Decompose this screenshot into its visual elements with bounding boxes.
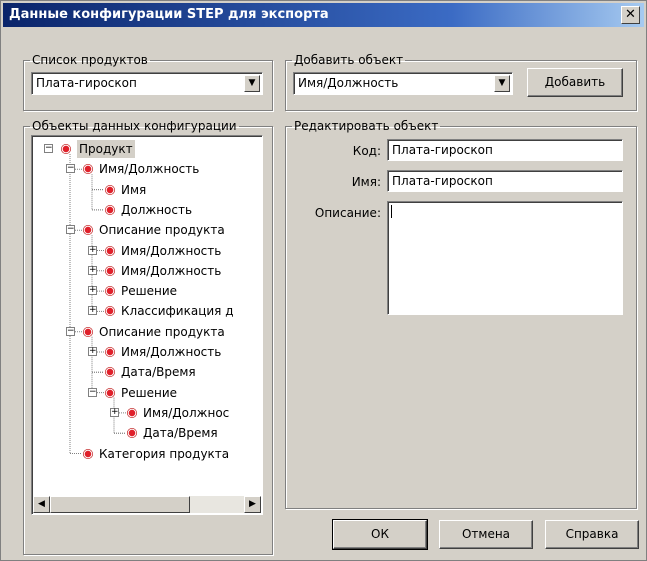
cancel-button[interactable]: Отмена xyxy=(439,520,533,549)
code-label: Код: xyxy=(352,144,381,158)
chevron-down-icon[interactable]: ▼ xyxy=(494,75,510,92)
tree-node-label: Решение xyxy=(121,284,178,299)
tree-node-label: Дата/Время xyxy=(121,365,196,380)
expand-icon[interactable]: + xyxy=(88,265,97,275)
expand-icon[interactable]: + xyxy=(88,347,97,356)
config-objects-legend: Объекты данных конфигурации xyxy=(32,119,237,133)
name-field[interactable]: Плата-гироскоп xyxy=(387,170,623,192)
tree-node-label: Имя xyxy=(121,182,147,197)
text-caret xyxy=(391,205,392,218)
object-type-select-value: Имя/Должность xyxy=(298,76,399,90)
name-field-value: Плата-гироскоп xyxy=(392,174,493,188)
dialog-window: Данные конфигурации STEP для экспорта ✕ … xyxy=(0,0,647,561)
tree-node-label: Имя/Должность xyxy=(99,162,200,177)
code-field-value: Плата-гироскоп xyxy=(392,143,493,157)
tree-node-label: Имя/Должность xyxy=(121,243,222,258)
tree-node-label: Описание продукта xyxy=(99,223,225,238)
add-button[interactable]: Добавить xyxy=(527,68,623,97)
title-bar[interactable]: Данные конфигурации STEP для экспорта ✕ xyxy=(3,3,644,27)
tree-node-label: Дата/Время xyxy=(143,426,218,441)
tree-node-label: Имя/Должность xyxy=(121,345,222,359)
expand-icon[interactable]: + xyxy=(88,286,97,296)
object-type-select[interactable]: Имя/Должность ▼ xyxy=(293,72,513,95)
horizontal-scrollbar[interactable]: ◀ ▶ xyxy=(33,496,261,513)
node-bullet-icon xyxy=(105,387,115,398)
products-select[interactable]: Плата-гироскоп ▼ xyxy=(31,72,263,95)
node-bullet-icon xyxy=(83,448,93,459)
description-label: Описание: xyxy=(314,206,381,220)
collapse-icon[interactable]: − xyxy=(66,164,75,174)
expand-icon[interactable]: + xyxy=(88,245,97,255)
tree-node-label: Описание продукта xyxy=(99,324,225,339)
scroll-right-icon[interactable]: ▶ xyxy=(244,496,261,513)
tree-node-label: Имя/Должность xyxy=(121,263,222,278)
description-field[interactable] xyxy=(387,201,623,315)
ok-button[interactable]: ОК xyxy=(332,519,428,550)
tree-node-label: Решение xyxy=(121,385,178,400)
node-bullet-icon xyxy=(61,144,71,154)
node-bullet-icon xyxy=(105,347,115,357)
tree-node-label: Должность xyxy=(121,202,193,217)
edit-object-legend: Редактировать объект xyxy=(294,119,439,133)
collapse-icon[interactable]: − xyxy=(66,326,75,336)
node-bullet-icon xyxy=(105,265,115,276)
tree-node-label: Имя/Должнос xyxy=(143,405,230,420)
node-bullet-icon xyxy=(83,326,93,337)
add-object-legend: Добавить объект xyxy=(294,53,404,67)
node-bullet-icon xyxy=(105,204,115,215)
help-button[interactable]: Справка xyxy=(545,520,639,549)
collapse-icon[interactable]: − xyxy=(44,144,53,153)
products-legend: Список продуктов xyxy=(32,53,148,67)
scrollbar-thumb[interactable] xyxy=(50,496,190,513)
node-bullet-icon xyxy=(105,184,115,195)
name-label: Имя: xyxy=(351,175,381,189)
tree-node-label: Классификация д xyxy=(121,304,234,319)
window-title: Данные конфигурации STEP для экспорта xyxy=(9,7,329,22)
scroll-left-icon[interactable]: ◀ xyxy=(33,496,50,513)
code-field[interactable]: Плата-гироскоп xyxy=(387,139,623,161)
close-button[interactable]: ✕ xyxy=(621,6,640,24)
tree-node-label: Продукт xyxy=(77,140,135,158)
expand-icon[interactable]: + xyxy=(110,407,119,417)
collapse-icon[interactable]: − xyxy=(66,225,75,235)
chevron-down-icon[interactable]: ▼ xyxy=(244,75,260,92)
tree-node-label: Категория продукта xyxy=(99,446,230,461)
config-objects-tree[interactable]: − Продукт − Имя/Должность Имя Должность − Описа… xyxy=(31,135,263,515)
products-select-value: Плата-гироскоп xyxy=(36,76,137,90)
node-bullet-icon xyxy=(127,407,137,418)
collapse-icon[interactable]: − xyxy=(88,387,97,397)
expand-icon[interactable]: + xyxy=(88,306,97,316)
node-bullet-icon xyxy=(105,245,115,256)
